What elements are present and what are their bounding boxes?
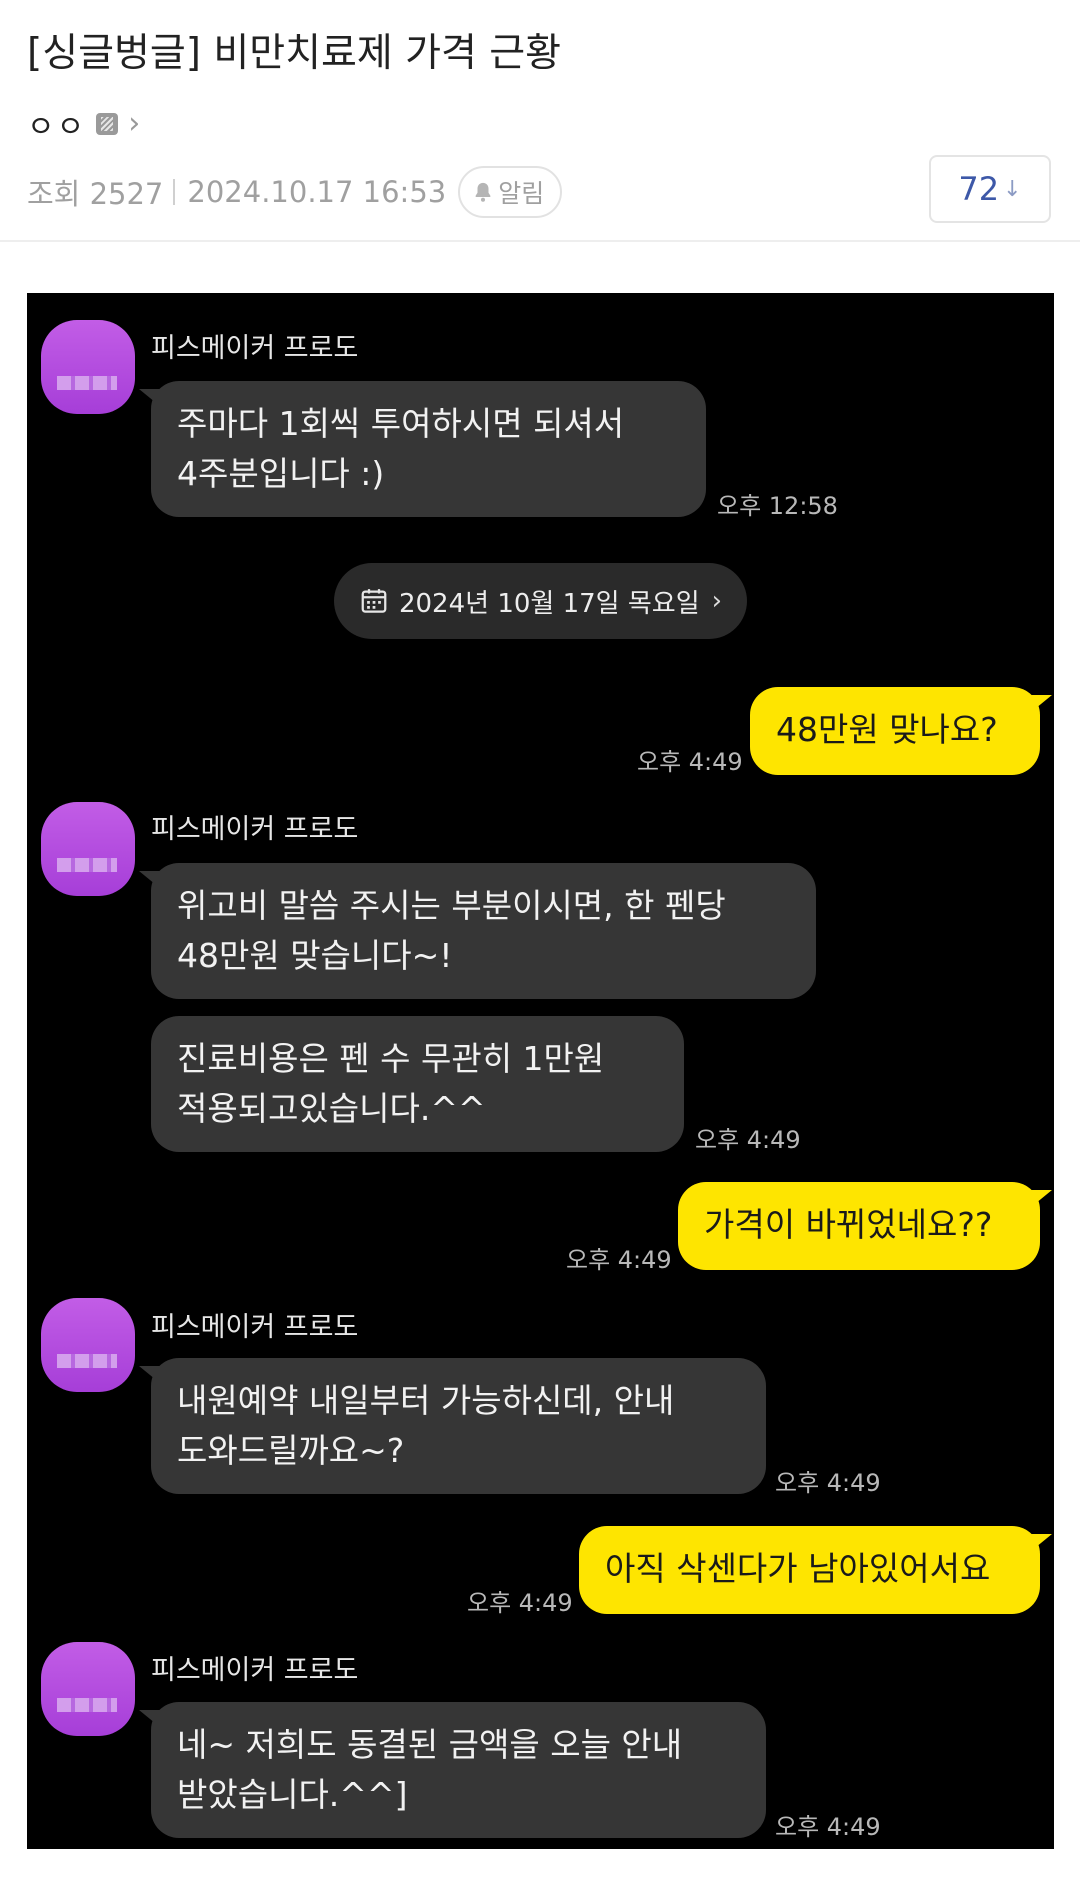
view-count: 조회 2527 xyxy=(27,177,164,211)
avatar xyxy=(41,1298,135,1392)
message-line: 네~ 저희도 동결된 금액을 오늘 안내 xyxy=(177,1725,683,1764)
post-title: [싱글벙글] 비만치료제 가격 근황 xyxy=(27,31,562,76)
calendar-icon xyxy=(361,589,387,613)
message-bubble: 위고비 말씀 주시는 부분이시면, 한 펜당 48만원 맞습니다~! xyxy=(139,863,816,999)
avatar xyxy=(41,802,135,896)
post-datetime: 2024.10.17 16:53 xyxy=(187,175,447,209)
meta-divider xyxy=(173,179,176,205)
sender-name: 피스메이커 프로도 xyxy=(151,1655,359,1686)
message-line: 도와드릴까요~? xyxy=(177,1431,405,1470)
comment-count-button[interactable]: 72 ↓ xyxy=(929,155,1051,223)
my-message-bubble: 아직 삭센다가 남아있어서요 xyxy=(579,1526,1052,1614)
message-line: 가격이 바뀌었네요?? xyxy=(704,1205,993,1244)
chevron-right-icon[interactable]: › xyxy=(128,109,140,139)
message-line: 진료비용은 펜 수 무관히 1만원 xyxy=(177,1039,605,1078)
sender-name: 피스메이커 프로도 xyxy=(151,1312,359,1343)
message-time: 오후 4:49 xyxy=(775,1469,881,1497)
message-bubble: 네~ 저희도 동결된 금액을 오늘 안내 받았습니다.^^] xyxy=(139,1702,766,1838)
header-divider xyxy=(0,240,1080,242)
sender-name: 피스메이커 프로도 xyxy=(151,333,359,364)
arrow-down-icon: ↓ xyxy=(1003,176,1022,202)
message-line: 적용되고있습니다.^^ xyxy=(177,1089,486,1128)
level-icon xyxy=(96,113,119,135)
alarm-button[interactable]: 알림 xyxy=(458,166,563,218)
message-bubble: 진료비용은 펜 수 무관히 1만원 적용되고있습니다.^^ xyxy=(151,1016,684,1152)
message-line: 아직 삭센다가 남아있어서요 xyxy=(605,1549,991,1588)
message-line: 내원예약 내일부터 가능하신데, 안내 xyxy=(177,1381,675,1420)
avatar xyxy=(41,1642,135,1736)
sender-name: 피스메이커 프로도 xyxy=(151,814,359,845)
message-line: 주마다 1회씩 투여하시면 되셔서 xyxy=(177,404,625,443)
message-line: 받았습니다.^^] xyxy=(177,1775,408,1814)
message-line: 4주분입니다 :) xyxy=(177,454,385,493)
author-row[interactable]: ㅇㅇ › xyxy=(27,102,140,146)
chat-screenshot: 피스메이커 프로도 주마다 1회씩 투여하시면 되셔서 4주분입니다 :) 오후… xyxy=(27,293,1054,1849)
message-bubble: 주마다 1회씩 투여하시면 되셔서 4주분입니다 :) xyxy=(139,381,706,517)
message-time: 오후 4:49 xyxy=(775,1813,881,1841)
message-line: 48만원 맞나요? xyxy=(776,710,998,749)
message-time: 오후 12:58 xyxy=(717,492,838,520)
comment-count: 72 xyxy=(958,170,1000,208)
alarm-label: 알림 xyxy=(498,179,545,208)
avatar xyxy=(41,320,135,414)
my-message-bubble: 가격이 바뀌었네요?? xyxy=(678,1182,1052,1270)
date-label: 2024년 10월 17일 목요일 xyxy=(398,588,700,619)
chevron-right-icon: › xyxy=(711,586,723,616)
message-time: 오후 4:49 xyxy=(566,1246,672,1274)
date-divider[interactable]: 2024년 10월 17일 목요일 › xyxy=(334,563,747,639)
my-message-bubble: 48만원 맞나요? xyxy=(750,687,1052,775)
bell-icon xyxy=(475,182,491,202)
post-meta: 조회 2527 2024.10.17 16:53 알림 xyxy=(27,166,563,218)
author-name[interactable]: ㅇㅇ xyxy=(27,102,86,146)
message-time: 오후 4:49 xyxy=(637,748,743,776)
message-time: 오후 4:49 xyxy=(467,1589,573,1617)
message-line: 위고비 말씀 주시는 부분이시면, 한 펜당 xyxy=(177,886,726,925)
message-line: 48만원 맞습니다~! xyxy=(177,936,453,975)
message-time: 오후 4:49 xyxy=(695,1126,801,1154)
message-bubble: 내원예약 내일부터 가능하신데, 안내 도와드릴까요~? xyxy=(139,1358,766,1494)
